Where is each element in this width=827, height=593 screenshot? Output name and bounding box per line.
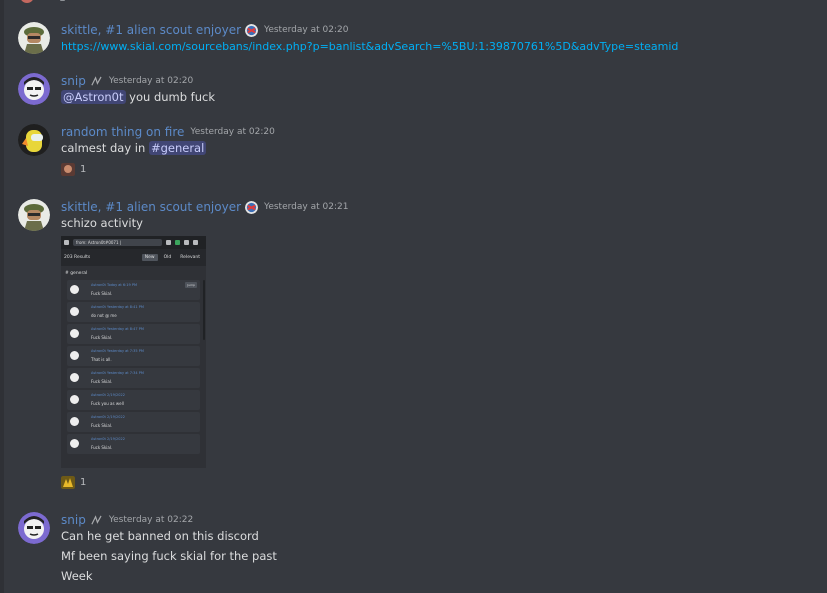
avatar[interactable]: [18, 124, 50, 156]
search-bar: from: Astron0t#0071 |: [61, 236, 206, 249]
download-icon: [175, 240, 180, 245]
tab-new: New: [141, 254, 158, 261]
avatar: [70, 329, 79, 338]
result-card: Astron0t Today at 6:19 PM Fuck Skial. Ju…: [67, 280, 200, 300]
reaction[interactable]: 1: [61, 161, 86, 178]
result-text: Fuck Skial.: [91, 291, 113, 296]
result-author: Astron0t Yesterday at 7:34 PM: [91, 371, 144, 375]
image-attachment[interactable]: from: Astron0t#0071 | 203 Results New Ol…: [61, 236, 206, 468]
result-text: Fuck Skial.: [91, 445, 113, 450]
username[interactable]: snip: [61, 513, 86, 527]
result-text: do not @ me: [91, 313, 117, 318]
previous-message-avatar-fragment: [20, 0, 34, 3]
avatar[interactable]: [18, 512, 50, 544]
signature-badge-icon: [91, 514, 102, 524]
results-bar: 203 Results New Old Relevant: [61, 249, 206, 266]
result-author: Astron0t Yesterday at 8:41 PM: [91, 305, 144, 309]
result-text: That is all.: [91, 357, 112, 362]
signature-badge-icon: [91, 75, 102, 85]
avatar: [70, 351, 79, 360]
results-count: 203 Results: [64, 255, 91, 260]
avatar[interactable]: [18, 22, 50, 54]
result-author: Astron0t Yesterday at 7:35 PM: [91, 349, 144, 353]
result-author: Astron0t 2/19/2022: [91, 415, 125, 419]
result-author: Astron0t Today at 6:19 PM: [91, 283, 137, 287]
result-card: Astron0t Yesterday at 7:35 PM That is al…: [67, 346, 200, 366]
avatar[interactable]: [18, 199, 50, 231]
search-input: from: Astron0t#0071 |: [73, 239, 162, 246]
result-author: Astron0t 2/19/2022: [91, 393, 125, 397]
result-card: Astron0t Yesterday at 8:47 PM Fuck Skial…: [67, 324, 200, 344]
message-link[interactable]: https://www.skial.com/sourcebans/index.p…: [61, 40, 678, 53]
result-text: Fuck Skial.: [91, 335, 113, 340]
tab-old: Old: [163, 255, 172, 260]
user-mention[interactable]: @Astron0t: [61, 90, 126, 104]
result-card: Astron0t 2/19/2022 Fuck Skial.: [67, 412, 200, 432]
result-card: Astron0t Yesterday at 8:41 PM do not @ m…: [67, 302, 200, 322]
message-text: Week: [61, 569, 93, 583]
username[interactable]: skittle, #1 alien scout enjoyer: [61, 200, 241, 214]
result-card: Astron0t Yesterday at 7:34 PM Fuck Skial…: [67, 368, 200, 388]
message-text: schizo activity: [61, 216, 143, 230]
username[interactable]: snip: [61, 74, 86, 88]
role-badge-icon: [245, 200, 259, 214]
result-author: Astron0t 2/19/2022: [91, 437, 125, 441]
reaction-count: 1: [80, 477, 87, 488]
user-icon: [64, 240, 69, 245]
clear-icon: [166, 240, 171, 245]
result-author: Astron0t Yesterday at 8:47 PM: [91, 327, 144, 331]
avatar[interactable]: [18, 73, 50, 105]
timestamp: Yesterday at 02:21: [264, 202, 349, 212]
help-icon: [193, 240, 198, 245]
channel-heading: # general: [65, 271, 88, 276]
username[interactable]: random thing on fire: [61, 125, 184, 139]
timestamp: Yesterday at 02:22: [108, 515, 194, 525]
custom-emoji-icon: [61, 476, 75, 489]
timestamp: Yesterday at 02:20: [190, 127, 275, 137]
message-text: Can he get banned on this discord: [61, 529, 259, 543]
timestamp: Yesterday at 02:20: [264, 25, 349, 35]
message-text: calmest day in: [61, 141, 149, 155]
result-card: Astron0t 2/19/2022 Fuck you as well: [67, 390, 200, 410]
result-text: Fuck you as well: [91, 401, 124, 406]
reaction[interactable]: 1: [61, 474, 86, 491]
avatar: [70, 417, 79, 426]
avatar: [70, 373, 79, 382]
reaction-count: 1: [80, 164, 87, 175]
tab-relevant: Relevant: [180, 255, 200, 260]
previous-message-text-fragment: [60, 0, 65, 1]
channel-mention[interactable]: #general: [148, 141, 207, 155]
custom-emoji-icon: [61, 163, 75, 176]
scrollbar: [203, 280, 205, 340]
inbox-icon: [184, 240, 189, 245]
timestamp: Yesterday at 02:20: [108, 76, 194, 86]
result-text: Fuck Skial.: [91, 379, 113, 384]
avatar: [70, 395, 79, 404]
avatar: [70, 285, 79, 294]
jump-button: Jump: [185, 282, 197, 288]
username[interactable]: skittle, #1 alien scout enjoyer: [61, 23, 241, 37]
message-text: Mf been saying fuck skial for the past: [61, 549, 277, 563]
avatar: [70, 307, 79, 316]
avatar: [70, 439, 79, 448]
result-card: Astron0t 2/19/2022 Fuck Skial.: [67, 434, 200, 454]
result-text: Fuck Skial.: [91, 423, 113, 428]
left-edge: [0, 0, 4, 593]
role-badge-icon: [245, 23, 259, 37]
message-text: you dumb fuck: [125, 90, 216, 104]
